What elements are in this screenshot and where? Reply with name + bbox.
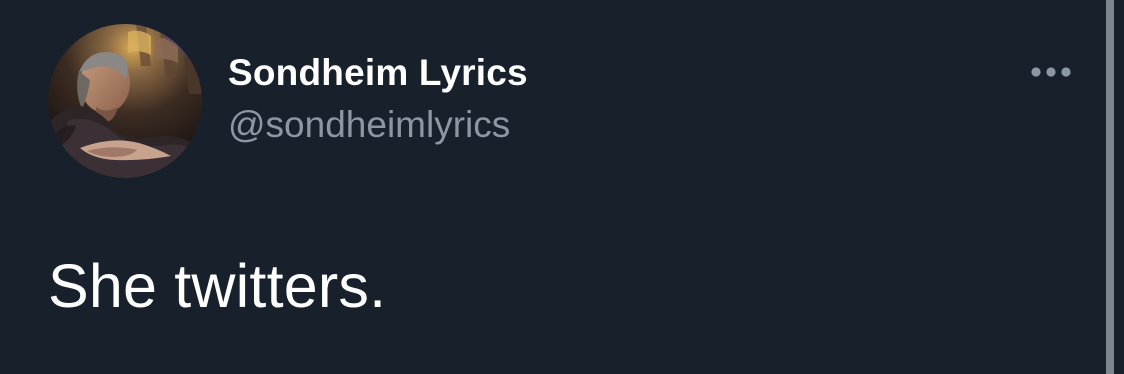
scrollbar[interactable] bbox=[1106, 0, 1114, 374]
more-horizontal-icon bbox=[1031, 67, 1071, 77]
tweet-text: She twitters. bbox=[48, 252, 387, 320]
author-avatar[interactable] bbox=[48, 24, 202, 178]
username-handle[interactable]: @sondheimlyrics bbox=[228, 102, 528, 148]
more-options-button[interactable] bbox=[1023, 55, 1079, 89]
tweet-author[interactable]: Sondheim Lyrics @sondheimlyrics bbox=[228, 50, 528, 148]
display-name[interactable]: Sondheim Lyrics bbox=[228, 50, 528, 96]
profile-photo-icon bbox=[48, 24, 202, 178]
tweet-card: Sondheim Lyrics @sondheimlyrics She twit… bbox=[0, 0, 1124, 374]
